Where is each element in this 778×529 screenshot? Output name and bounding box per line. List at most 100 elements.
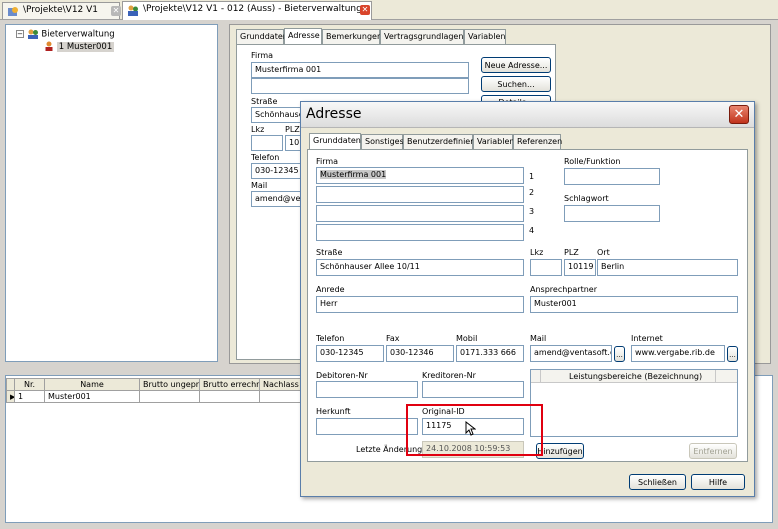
- ort-field[interactable]: Berlin: [597, 259, 738, 276]
- current-row-icon: ▶: [6, 390, 15, 403]
- anrede-label: Anrede: [316, 285, 345, 294]
- suchen-button[interactable]: Suchen...: [481, 76, 551, 92]
- lkz-label: Lkz: [530, 248, 544, 257]
- tab-grunddaten[interactable]: Grunddaten: [236, 29, 288, 44]
- mobil-label: Mobil: [456, 334, 478, 343]
- col-brutto-ungeprueft[interactable]: Brutto ungeprüft: [139, 378, 200, 391]
- collapse-icon[interactable]: −: [16, 30, 24, 38]
- tree-item-muster001[interactable]: 1 Muster001: [44, 41, 115, 52]
- firma-line-3[interactable]: [316, 205, 524, 222]
- internet-label: Internet: [631, 334, 663, 343]
- cell-name[interactable]: Muster001: [44, 390, 140, 403]
- debitoren-field[interactable]: [316, 381, 418, 398]
- strasse-field[interactable]: Schönhauser Allee 10/11: [316, 259, 524, 276]
- line-number-4: 4: [529, 226, 535, 235]
- dialog-tab-bar: Grunddaten Sonstiges Benutzerdefiniert V…: [309, 133, 609, 150]
- herkunft-label: Herkunft: [316, 407, 351, 416]
- firma-field[interactable]: Musterfirma 001: [251, 62, 469, 78]
- close-icon[interactable]: ✕: [729, 105, 749, 124]
- ansprechpartner-label: Ansprechpartner: [530, 285, 597, 294]
- line-number-1: 1: [529, 172, 535, 181]
- internet-field[interactable]: www.vergabe.rib.de: [631, 345, 725, 362]
- leistungsbereiche-header: Leistungsbereiche (Bezeichnung): [531, 370, 737, 383]
- tab-vertragsgrundlagen[interactable]: Vertragsgrundlagen: [380, 29, 464, 44]
- anrede-field[interactable]: Herr: [316, 296, 524, 313]
- tab-grunddaten[interactable]: Grunddaten: [309, 133, 361, 150]
- tab-projekte[interactable]: \Projekte\V12 V1 ✕: [2, 2, 121, 19]
- tab-label: \Projekte\V12 V1: [23, 5, 99, 15]
- firma-line-1-text: Musterfirma 001: [320, 170, 387, 179]
- hinzufuegen-button[interactable]: Hinzufügen: [536, 443, 584, 459]
- cell-brutto-ungeprueft[interactable]: [139, 390, 200, 403]
- tab-variablen[interactable]: Variablen: [464, 29, 506, 44]
- col-brutto-errechnet[interactable]: Brutto errechnet: [199, 378, 260, 391]
- detail-tab-bar: Grunddaten Adresse Bemerkungen Vertragsg…: [236, 28, 536, 45]
- lkz-field[interactable]: [251, 135, 283, 151]
- tab-referenzen[interactable]: Referenzen: [513, 134, 562, 149]
- telefon-field[interactable]: 030-12345: [316, 345, 384, 362]
- firma-label: Firma: [251, 51, 274, 60]
- tab-benutzerdefiniert[interactable]: Benutzerdefiniert: [403, 134, 477, 149]
- internet-browse-button[interactable]: ...: [727, 346, 738, 362]
- table-row[interactable]: ▶ 1 Muster001: [6, 390, 307, 403]
- fax-label: Fax: [386, 334, 400, 343]
- tab-sonstiges[interactable]: Sonstiges: [361, 134, 404, 149]
- leistungsbereiche-column[interactable]: Leistungsbereiche (Bezeichnung): [569, 372, 702, 381]
- rolle-field[interactable]: [564, 168, 660, 185]
- document-tab-strip: \Projekte\V12 V1 ✕ \Projekte\V12 V1 - 01…: [0, 0, 778, 20]
- highlight-frame: [406, 404, 543, 456]
- schlagwort-field[interactable]: [564, 205, 660, 222]
- tree-root[interactable]: − Bieterverwaltung: [16, 29, 115, 40]
- col-nr[interactable]: Nr.: [14, 378, 45, 391]
- dialog-title-bar[interactable]: Adresse ✕: [301, 102, 754, 128]
- row-header-corner: [6, 378, 15, 391]
- users-icon: [27, 29, 38, 39]
- kreditoren-field[interactable]: [422, 381, 524, 398]
- rolle-label: Rolle/Funktion: [564, 157, 621, 166]
- tree-panel: − Bieterverwaltung 1 Muster001: [5, 24, 218, 362]
- herkunft-field[interactable]: [316, 418, 418, 435]
- tree-item-label: 1 Muster001: [56, 41, 115, 52]
- cell-brutto-errechnet[interactable]: [199, 390, 260, 403]
- fax-field[interactable]: 030-12346: [386, 345, 454, 362]
- plz-label: PLZ: [285, 125, 300, 134]
- kreditoren-label: Kreditoren-Nr: [422, 371, 476, 380]
- tab-variablen[interactable]: Variablen: [473, 134, 514, 149]
- hilfe-button[interactable]: Hilfe: [691, 474, 745, 490]
- firma-line-1[interactable]: Musterfirma 001: [316, 167, 524, 184]
- cell-nr[interactable]: 1: [14, 390, 45, 403]
- dialog-title: Adresse: [306, 106, 362, 122]
- plz-field[interactable]: 10119: [564, 259, 596, 276]
- mail-field[interactable]: amend@ventasoft.de: [530, 345, 612, 362]
- strasse-label: Straße: [316, 248, 343, 257]
- col-name[interactable]: Name: [44, 378, 140, 391]
- firma-field-2[interactable]: [251, 78, 469, 94]
- tab-bieterverwaltung[interactable]: \Projekte\V12 V1 - 012 (Auss) - Bieterve…: [122, 1, 372, 20]
- telefon-label: Telefon: [316, 334, 345, 343]
- lkz-label: Lkz: [251, 125, 265, 134]
- list-select-column: [531, 370, 541, 382]
- adresse-dialog: Adresse ✕ Grunddaten Sonstiges Benutzerd…: [300, 101, 755, 497]
- tab-adresse[interactable]: Adresse: [284, 28, 322, 45]
- ansprechpartner-field[interactable]: Muster001: [530, 296, 738, 313]
- project-icon: [8, 7, 18, 16]
- debitoren-label: Debitoren-Nr: [316, 371, 368, 380]
- mobil-field[interactable]: 0171.333 666: [456, 345, 524, 362]
- column-divider: [715, 370, 716, 382]
- lkz-field[interactable]: [530, 259, 562, 276]
- firma-label: Firma: [316, 157, 339, 166]
- ort-label: Ort: [597, 248, 610, 257]
- mail-browse-button[interactable]: ...: [614, 346, 625, 362]
- tab-close-icon[interactable]: ✕: [360, 5, 370, 15]
- user-icon: [45, 41, 53, 51]
- tab-bemerkungen[interactable]: Bemerkungen: [322, 29, 382, 44]
- schliessen-button[interactable]: Schließen: [629, 474, 686, 490]
- entfernen-button[interactable]: Entfernen: [689, 443, 737, 459]
- neue-adresse-button[interactable]: Neue Adresse...: [481, 57, 551, 73]
- firma-line-4[interactable]: [316, 224, 524, 241]
- mail-label: Mail: [530, 334, 547, 343]
- line-number-3: 3: [529, 207, 535, 216]
- leistungsbereiche-list[interactable]: Leistungsbereiche (Bezeichnung): [530, 369, 738, 437]
- firma-line-2[interactable]: [316, 186, 524, 203]
- tab-close-icon[interactable]: ✕: [111, 6, 121, 16]
